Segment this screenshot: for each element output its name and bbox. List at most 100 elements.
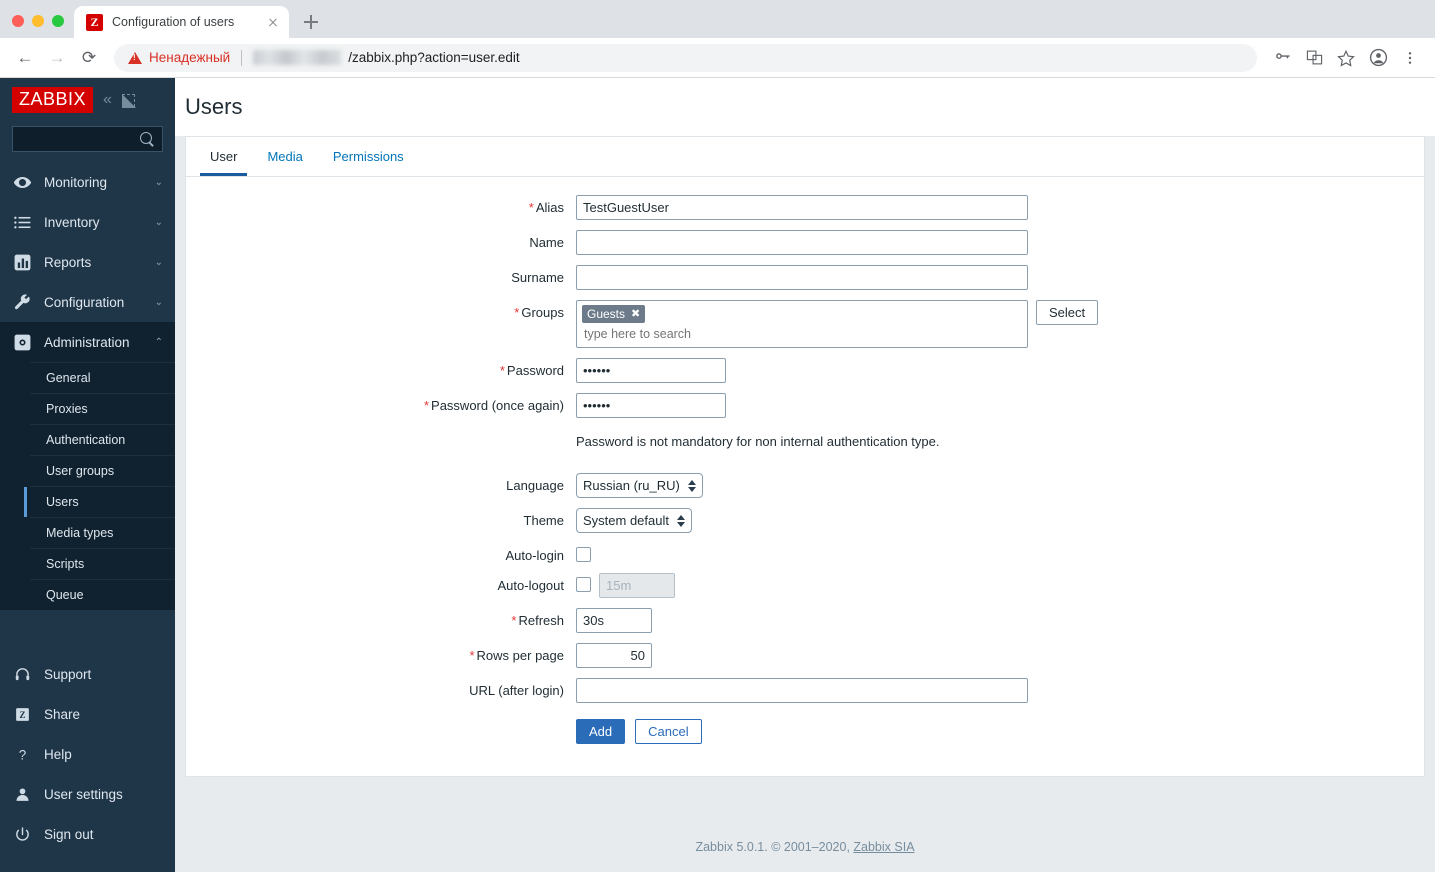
zabbix-favicon: Z	[86, 13, 103, 31]
sidebar-item-label: Share	[44, 706, 81, 722]
zabbix-logo[interactable]: ZABBIX	[12, 87, 94, 113]
sidebar-item-sign-out[interactable]: Sign out	[0, 814, 175, 854]
url-after-login-label: URL (after login)	[469, 683, 564, 698]
label-text: Alias	[535, 200, 564, 215]
sidebar-subitem-queue[interactable]: Queue	[30, 579, 175, 610]
sidebar-subitem-user-groups[interactable]: User groups	[30, 455, 175, 486]
sidebar-subitem-media-types[interactable]: Media types	[30, 517, 175, 548]
search-input[interactable]	[20, 132, 140, 146]
sidebar-subitem-authentication[interactable]: Authentication	[30, 424, 175, 455]
cancel-button[interactable]: Cancel	[635, 719, 702, 744]
language-select[interactable]: Russian (ru_RU)	[576, 473, 703, 498]
sidebar-item-label: Sign out	[44, 826, 94, 842]
minimize-window-button[interactable]	[32, 15, 44, 27]
question-mark-icon: ?	[12, 744, 32, 764]
refresh-input[interactable]	[576, 608, 652, 633]
sidebar-search[interactable]	[12, 126, 163, 152]
chevron-down-icon: ⌄	[154, 256, 163, 268]
language-select-wrap[interactable]: Russian (ru_RU)	[576, 473, 703, 498]
sidebar-item-label: User settings	[44, 786, 123, 802]
theme-select-wrap[interactable]: System default	[576, 508, 692, 533]
alias-input[interactable]	[576, 195, 1028, 220]
hide-sidebar-icon[interactable]	[121, 93, 136, 108]
sidebar-item-user-settings[interactable]: User settings	[0, 774, 175, 814]
add-button[interactable]: Add	[576, 719, 626, 744]
zabbix-app: ZABBIX « Monitoring ⌄ Inventory ⌄ Report…	[0, 78, 1435, 872]
sidebar-subitem-label: Authentication	[46, 433, 126, 447]
sidebar-subitem-label: Media types	[46, 526, 114, 540]
sidebar-subitem-scripts[interactable]: Scripts	[30, 548, 175, 579]
sidebar-item-configuration[interactable]: Configuration ⌄	[0, 282, 175, 322]
sidebar-item-label: Help	[44, 746, 72, 762]
footer-text: Zabbix 5.0.1. © 2001–2020,	[695, 840, 854, 854]
close-window-button[interactable]	[12, 15, 24, 27]
label-text: Groups	[521, 305, 564, 320]
theme-label: Theme	[523, 513, 564, 528]
sidebar-item-administration[interactable]: Administration ⌃	[0, 322, 175, 362]
auto-login-label: Auto-login	[505, 548, 564, 563]
auto-login-checkbox[interactable]	[576, 547, 591, 562]
footer: Zabbix 5.0.1. © 2001–2020, Zabbix SIA	[175, 822, 1435, 872]
remove-chip-icon[interactable]: ✖	[631, 308, 640, 320]
address-bar[interactable]: Ненадежный /zabbix.php?action=user.edit	[114, 43, 1257, 72]
select-groups-button[interactable]: Select	[1036, 300, 1099, 325]
browser-tab[interactable]: Z Configuration of users	[74, 6, 289, 38]
new-tab-button[interactable]	[297, 8, 325, 36]
tab-user[interactable]: User	[200, 137, 248, 176]
sidebar-item-label: Support	[44, 666, 92, 682]
sidebar-subitem-proxies[interactable]: Proxies	[30, 393, 175, 424]
surname-input[interactable]	[576, 265, 1028, 290]
sidebar-bottom-menu: Support Z Share ? Help User settings Sig…	[0, 654, 175, 872]
theme-select[interactable]: System default	[576, 508, 692, 533]
sidebar-item-help[interactable]: ? Help	[0, 734, 175, 774]
group-chip-label: Guests	[587, 307, 626, 321]
auto-logout-checkbox[interactable]	[576, 577, 591, 592]
maximize-window-button[interactable]	[52, 15, 64, 27]
profile-avatar-icon[interactable]	[1363, 43, 1393, 73]
redacted-host	[253, 50, 342, 65]
groups-search-input[interactable]	[582, 325, 1022, 343]
sidebar-subitem-general[interactable]: General	[30, 362, 175, 393]
sidebar-item-inventory[interactable]: Inventory ⌄	[0, 202, 175, 242]
field-language: Language Russian (ru_RU)	[186, 473, 1424, 498]
key-icon[interactable]	[1267, 43, 1297, 73]
back-button[interactable]: ←	[10, 43, 40, 73]
password-input[interactable]	[576, 358, 726, 383]
rows-per-page-input[interactable]	[576, 643, 652, 668]
translate-icon[interactable]	[1299, 43, 1329, 73]
tab-permissions[interactable]: Permissions	[323, 137, 414, 176]
wrench-icon	[12, 292, 32, 312]
tab-media[interactable]: Media	[257, 137, 312, 176]
bookmark-star-icon[interactable]	[1331, 43, 1361, 73]
field-password-again: * Password (once again)	[186, 393, 1424, 418]
zabbix-sia-link[interactable]: Zabbix SIA	[853, 840, 914, 854]
sidebar-subitem-label: General	[46, 371, 91, 385]
name-input[interactable]	[576, 230, 1028, 255]
url-after-login-input[interactable]	[576, 678, 1028, 703]
collapse-sidebar-chevrons-icon[interactable]: «	[103, 92, 112, 108]
sidebar-item-monitoring[interactable]: Monitoring ⌄	[0, 162, 175, 202]
groups-multiselect[interactable]: Guests ✖	[576, 300, 1028, 348]
sidebar-item-label: Inventory	[44, 214, 100, 230]
svg-text:?: ?	[18, 747, 25, 762]
password-again-input[interactable]	[576, 393, 726, 418]
auto-logout-input[interactable]	[599, 573, 675, 598]
chevron-down-icon: ⌄	[154, 176, 163, 188]
browser-tab-title: Configuration of users	[112, 15, 235, 29]
zabbix-share-icon: Z	[12, 704, 32, 724]
label-text: Refresh	[518, 613, 564, 628]
password-label: * Password	[186, 358, 576, 378]
required-marker: *	[423, 398, 430, 413]
field-theme: Theme System default	[186, 508, 1424, 533]
group-chip[interactable]: Guests ✖	[582, 305, 646, 323]
sidebar-subitem-users[interactable]: Users	[24, 486, 175, 517]
window-traffic-lights	[10, 15, 74, 38]
page-title: Users	[175, 78, 1435, 136]
forward-button[interactable]: →	[42, 43, 72, 73]
sidebar-item-support[interactable]: Support	[0, 654, 175, 694]
sidebar-item-reports[interactable]: Reports ⌄	[0, 242, 175, 282]
overflow-menu-icon[interactable]	[1395, 43, 1425, 73]
close-tab-icon[interactable]	[265, 14, 281, 30]
sidebar-item-share[interactable]: Z Share	[0, 694, 175, 734]
reload-button[interactable]: ⟳	[74, 43, 104, 73]
